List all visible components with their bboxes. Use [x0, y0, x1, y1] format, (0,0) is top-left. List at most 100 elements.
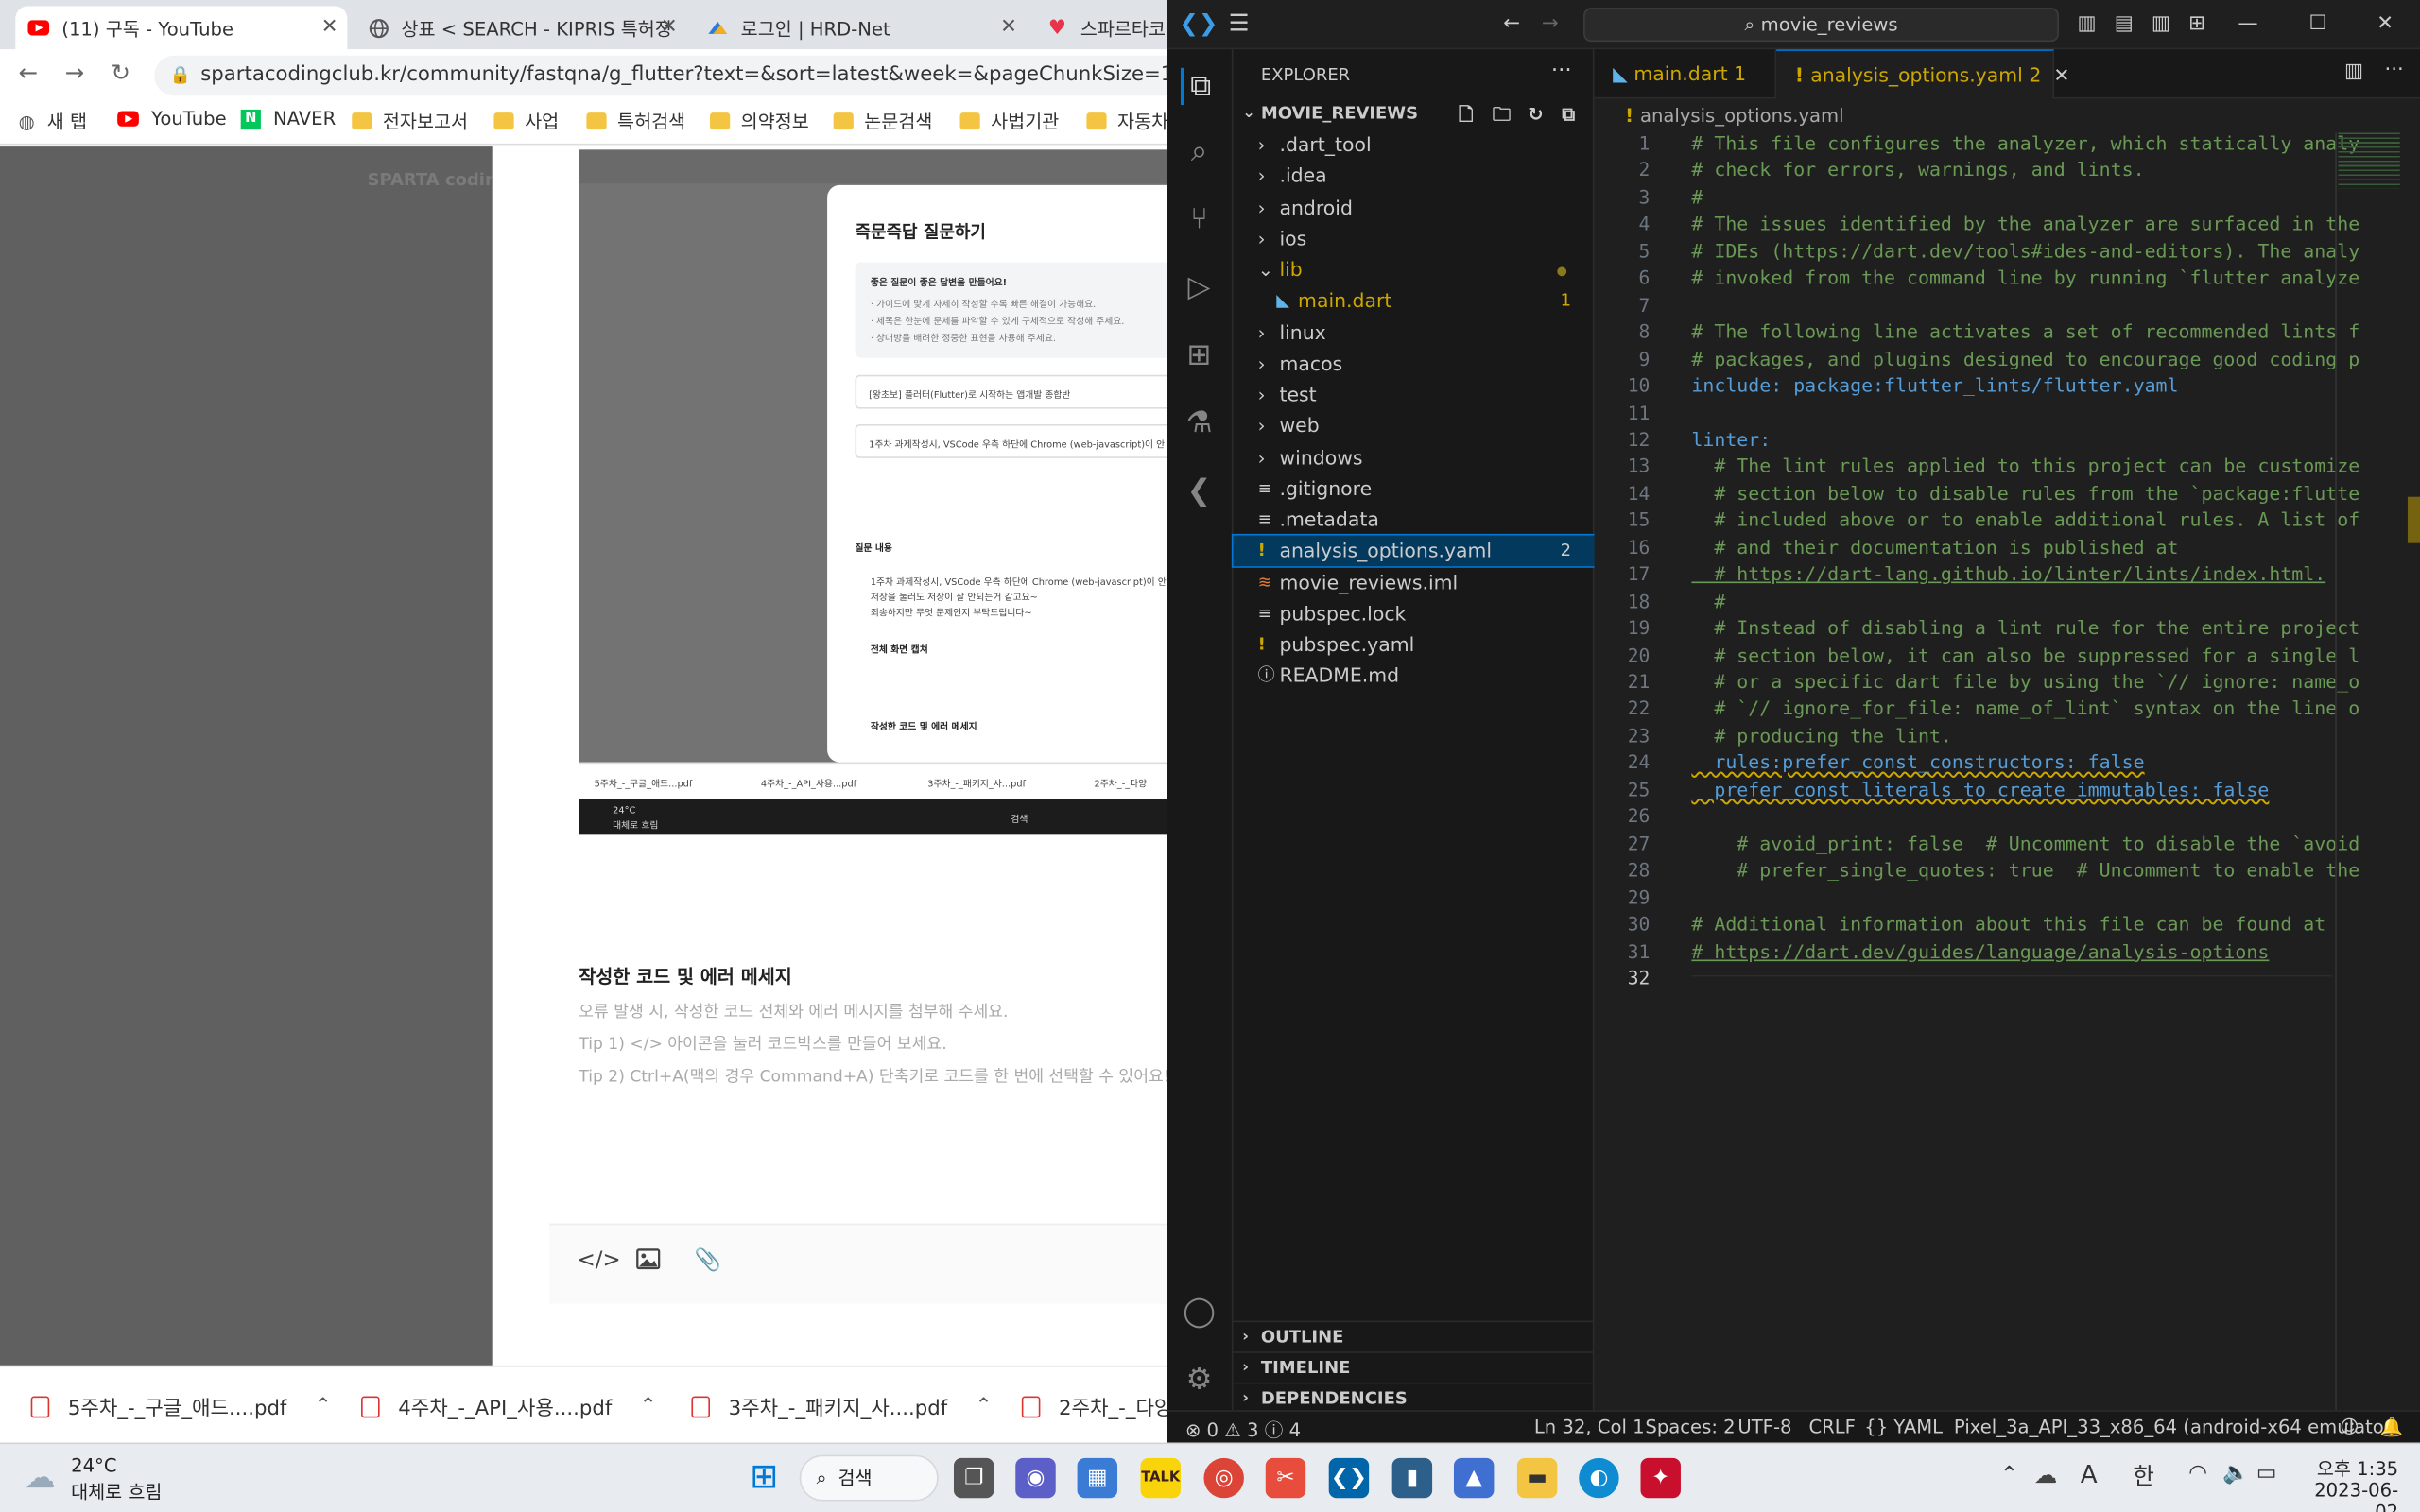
- download-item[interactable]: 4주차_-_API_사용....pdf ⌃: [361, 1392, 657, 1421]
- toggle-secondary-sidebar-icon[interactable]: ▥: [2152, 12, 2170, 35]
- tree-item[interactable]: › test: [1233, 380, 1594, 411]
- forward-arrow-icon[interactable]: →: [1542, 12, 1559, 35]
- close-icon[interactable]: ✕: [2053, 63, 2069, 86]
- tree-item[interactable]: › web: [1233, 411, 1594, 442]
- source-control-icon[interactable]: ⑂: [1181, 200, 1218, 237]
- chrome-tab-youtube[interactable]: (11) 구독 - YouTube ✕: [15, 6, 348, 50]
- bookmark-naver[interactable]: N NAVER: [240, 108, 336, 129]
- windows-start-icon[interactable]: ⊞: [744, 1458, 784, 1498]
- code-block-icon[interactable]: </>: [578, 1248, 621, 1273]
- minimize-icon[interactable]: —: [2238, 12, 2257, 35]
- refresh-icon[interactable]: ↻: [1528, 98, 1543, 129]
- minimap[interactable]: [2338, 132, 2400, 189]
- weather-desc[interactable]: 대체로 흐림: [71, 1478, 162, 1504]
- close-icon[interactable]: ✕: [1000, 15, 1017, 38]
- download-item[interactable]: 2주차_-_다양: [1021, 1392, 1167, 1421]
- tree-item[interactable]: ≡ .metadata: [1233, 505, 1594, 536]
- tree-item[interactable]: › windows: [1233, 442, 1594, 473]
- project-header[interactable]: ⌄ MOVIE_REVIEWS 🗋 🗀 ↻ ⧉: [1233, 98, 1594, 129]
- more-actions-icon[interactable]: ···: [2384, 59, 2403, 81]
- bell-icon[interactable]: 🔔: [2380, 1417, 2403, 1438]
- file-explorer-icon[interactable]: ▬: [1516, 1457, 1558, 1499]
- more-actions-icon[interactable]: ···: [1551, 59, 1572, 83]
- bookmark-folder[interactable]: 논문검색: [833, 108, 932, 134]
- tree-item[interactable]: ⌄ lib: [1233, 254, 1594, 285]
- url-bar[interactable]: 🔒 spartacodingclub.kr/community/fastqna/…: [154, 55, 1167, 96]
- chevron-up-icon[interactable]: ⌃: [315, 1395, 332, 1418]
- edge-icon[interactable]: ◐: [1579, 1457, 1619, 1499]
- android-icon[interactable]: ▲: [1453, 1457, 1495, 1499]
- tree-item[interactable]: ◣ main.dart 1: [1233, 285, 1594, 317]
- tree-item[interactable]: › .idea: [1233, 161, 1594, 192]
- bookmark-folder[interactable]: 특허검색: [586, 108, 685, 134]
- close-icon[interactable]: ✕: [661, 15, 678, 38]
- breadcrumb[interactable]: ! analysis_options.yaml: [1595, 98, 2420, 132]
- toggle-sidebar-icon[interactable]: ▥: [2078, 12, 2097, 35]
- chevron-up-icon[interactable]: ⌃: [976, 1395, 993, 1418]
- collapse-all-icon[interactable]: ⧉: [1562, 98, 1575, 129]
- wifi-icon[interactable]: ◠: [2188, 1461, 2207, 1486]
- chrome-icon[interactable]: ◎: [1203, 1457, 1244, 1499]
- tree-item[interactable]: ⓘ README.md: [1233, 661, 1594, 692]
- cursor-position[interactable]: Ln 32, Col 1: [1534, 1417, 1645, 1438]
- problems-status[interactable]: ⊗ 0 ⚠ 3 ⓘ 4: [1185, 1417, 1301, 1443]
- back-arrow-icon[interactable]: ←: [1503, 12, 1520, 35]
- tree-item[interactable]: › .dart_tool: [1233, 129, 1594, 161]
- new-file-icon[interactable]: 🗋: [1459, 98, 1474, 129]
- bookmark-youtube[interactable]: YouTube: [117, 108, 227, 129]
- run-debug-icon[interactable]: ▷: [1181, 268, 1218, 305]
- testing-icon[interactable]: ⚗: [1181, 404, 1218, 441]
- capture-app-icon[interactable]: ✂: [1265, 1457, 1306, 1499]
- chrome-tab-sparta[interactable]: ♥ 스파르타코: [1034, 7, 1167, 50]
- flutter-icon[interactable]: ❮: [1181, 472, 1218, 509]
- feedback-icon[interactable]: ☺: [2340, 1417, 2359, 1438]
- flutter-device[interactable]: Pixel_3a_API_33_x86_64 (android-x64 emul…: [1954, 1417, 2399, 1438]
- command-center[interactable]: ⌕ movie_reviews: [1583, 8, 2059, 43]
- download-item[interactable]: 5주차_-_구글_애드....pdf ⌃: [30, 1392, 332, 1421]
- tree-item[interactable]: ≋ movie_reviews.iml: [1233, 567, 1594, 598]
- attachment-icon[interactable]: 📎: [695, 1248, 721, 1273]
- battery-icon[interactable]: ▭: [2256, 1461, 2277, 1486]
- taskbar-search[interactable]: ⌕ 검색: [799, 1454, 939, 1502]
- clock-date[interactable]: 2023-06-02: [2293, 1480, 2398, 1512]
- tree-item[interactable]: › macos: [1233, 349, 1594, 380]
- app-icon[interactable]: ✦: [1640, 1457, 1681, 1499]
- tree-item[interactable]: ! analysis_options.yaml 2: [1231, 534, 1597, 569]
- teams-icon[interactable]: ◉: [1015, 1457, 1056, 1499]
- chevron-up-icon[interactable]: ⌃: [2000, 1463, 2018, 1487]
- forward-arrow-icon[interactable]: →: [65, 59, 85, 86]
- volume-icon[interactable]: 🔈: [2222, 1461, 2249, 1486]
- tree-item[interactable]: ≡ pubspec.lock: [1233, 598, 1594, 629]
- task-view-icon[interactable]: ❐: [953, 1457, 994, 1499]
- chrome-tab-hrdnet[interactable]: 로그인 | HRD-Net ✕: [695, 7, 1027, 50]
- onedrive-icon[interactable]: ☁: [2034, 1461, 2057, 1488]
- download-item[interactable]: 3주차_-_패키지_사....pdf ⌃: [691, 1392, 992, 1421]
- menu-icon[interactable]: ☰: [1229, 9, 1250, 37]
- reload-icon[interactable]: ↻: [112, 59, 131, 86]
- line-ending[interactable]: CRLF: [1808, 1417, 1855, 1438]
- vscode-icon[interactable]: ❮❯: [1328, 1457, 1370, 1499]
- language-mode[interactable]: {} YAML: [1864, 1417, 1943, 1438]
- bookmark-folder[interactable]: 전자보고서: [352, 108, 468, 134]
- back-arrow-icon[interactable]: ←: [19, 59, 39, 86]
- dependencies-section[interactable]: › DEPENDENCIES: [1233, 1382, 1595, 1414]
- timeline-section[interactable]: › TIMELINE: [1233, 1351, 1595, 1383]
- tree-item[interactable]: › linux: [1233, 318, 1594, 349]
- maximize-icon[interactable]: ☐: [2308, 12, 2326, 35]
- ime-language[interactable]: 한: [2133, 1459, 2154, 1491]
- account-icon[interactable]: ◯: [1181, 1293, 1218, 1330]
- image-icon[interactable]: [636, 1248, 661, 1276]
- encoding[interactable]: UTF-8: [1737, 1417, 1791, 1438]
- tree-item[interactable]: ≡ .gitignore: [1233, 473, 1594, 505]
- outline-section[interactable]: › OUTLINE: [1233, 1320, 1595, 1352]
- bookmark-folder[interactable]: 자동차: [1086, 108, 1167, 134]
- tab-main-dart[interactable]: ◣ main.dart 1: [1595, 49, 1777, 99]
- bookmark-folder[interactable]: 사법기관: [959, 108, 1059, 134]
- bookmark-folder[interactable]: 의약정보: [710, 108, 809, 134]
- tab-analysis-options[interactable]: ! analysis_options.yaml 2 ✕: [1776, 49, 2070, 99]
- close-icon[interactable]: ✕: [2377, 12, 2394, 35]
- gear-icon[interactable]: ⚙: [1181, 1361, 1218, 1398]
- search-icon[interactable]: ⌕: [1181, 132, 1218, 169]
- tree-item[interactable]: ! pubspec.yaml: [1233, 629, 1594, 661]
- weather-temp[interactable]: 24°C: [71, 1455, 116, 1477]
